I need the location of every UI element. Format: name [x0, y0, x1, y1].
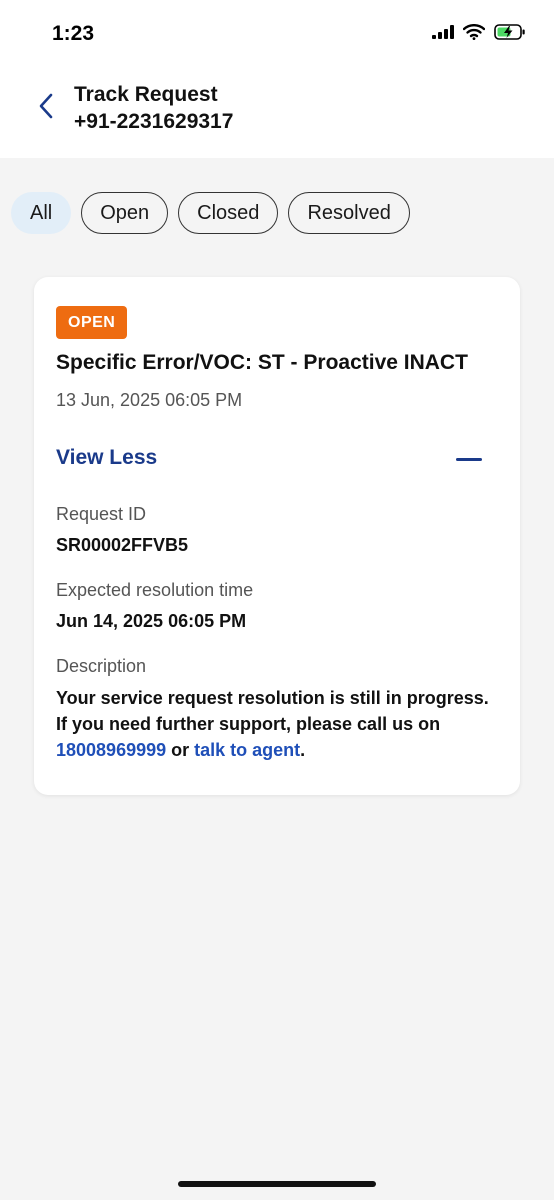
- collapse-button[interactable]: [454, 447, 484, 471]
- status-icons: [432, 24, 526, 45]
- request-id-label: Request ID: [56, 504, 147, 524]
- status-time: 1:23: [52, 22, 95, 45]
- filter-chips: All Open Closed Resolved: [11, 192, 410, 234]
- request-id-value: SR00002FFVB5: [56, 535, 189, 555]
- home-indicator: [178, 1181, 376, 1187]
- description-suffix: .: [300, 740, 306, 760]
- description-prefix: Your service request resolution is still…: [56, 688, 489, 734]
- filter-chip-open[interactable]: Open: [81, 192, 169, 234]
- page-title: Track Request: [74, 83, 218, 106]
- signal-icon: [432, 25, 454, 44]
- resolution-time-label: Expected resolution time: [56, 580, 254, 600]
- minus-icon: [456, 457, 482, 461]
- battery-charging-icon: [494, 24, 526, 45]
- wifi-icon: [462, 24, 486, 45]
- request-date: 13 Jun, 2025 06:05 PM: [56, 390, 243, 410]
- filter-chip-resolved[interactable]: Resolved: [288, 192, 410, 234]
- description-label: Description: [56, 656, 147, 676]
- status-bar: 1:23: [0, 0, 554, 70]
- description-text: Your service request resolution is still…: [56, 685, 496, 763]
- phone-link[interactable]: 18008969999: [56, 740, 166, 760]
- filter-chip-closed[interactable]: Closed: [178, 192, 279, 234]
- resolution-time-value: Jun 14, 2025 06:05 PM: [56, 611, 247, 631]
- description-middle: or: [166, 740, 195, 760]
- page-subtitle: +91-2231629317: [74, 110, 234, 133]
- app-header: Track Request +91-2231629317: [0, 70, 554, 158]
- back-button[interactable]: [30, 90, 62, 126]
- filter-chip-all[interactable]: All: [11, 192, 72, 234]
- chevron-left-icon: [38, 93, 54, 124]
- talk-to-agent-link[interactable]: talk to agent: [194, 740, 300, 760]
- view-less-button[interactable]: View Less: [56, 446, 157, 470]
- status-badge: OPEN: [56, 306, 128, 339]
- request-title: Specific Error/VOC: ST - Proactive INACT: [56, 351, 468, 374]
- request-card: OPEN Specific Error/VOC: ST - Proactive …: [34, 277, 520, 795]
